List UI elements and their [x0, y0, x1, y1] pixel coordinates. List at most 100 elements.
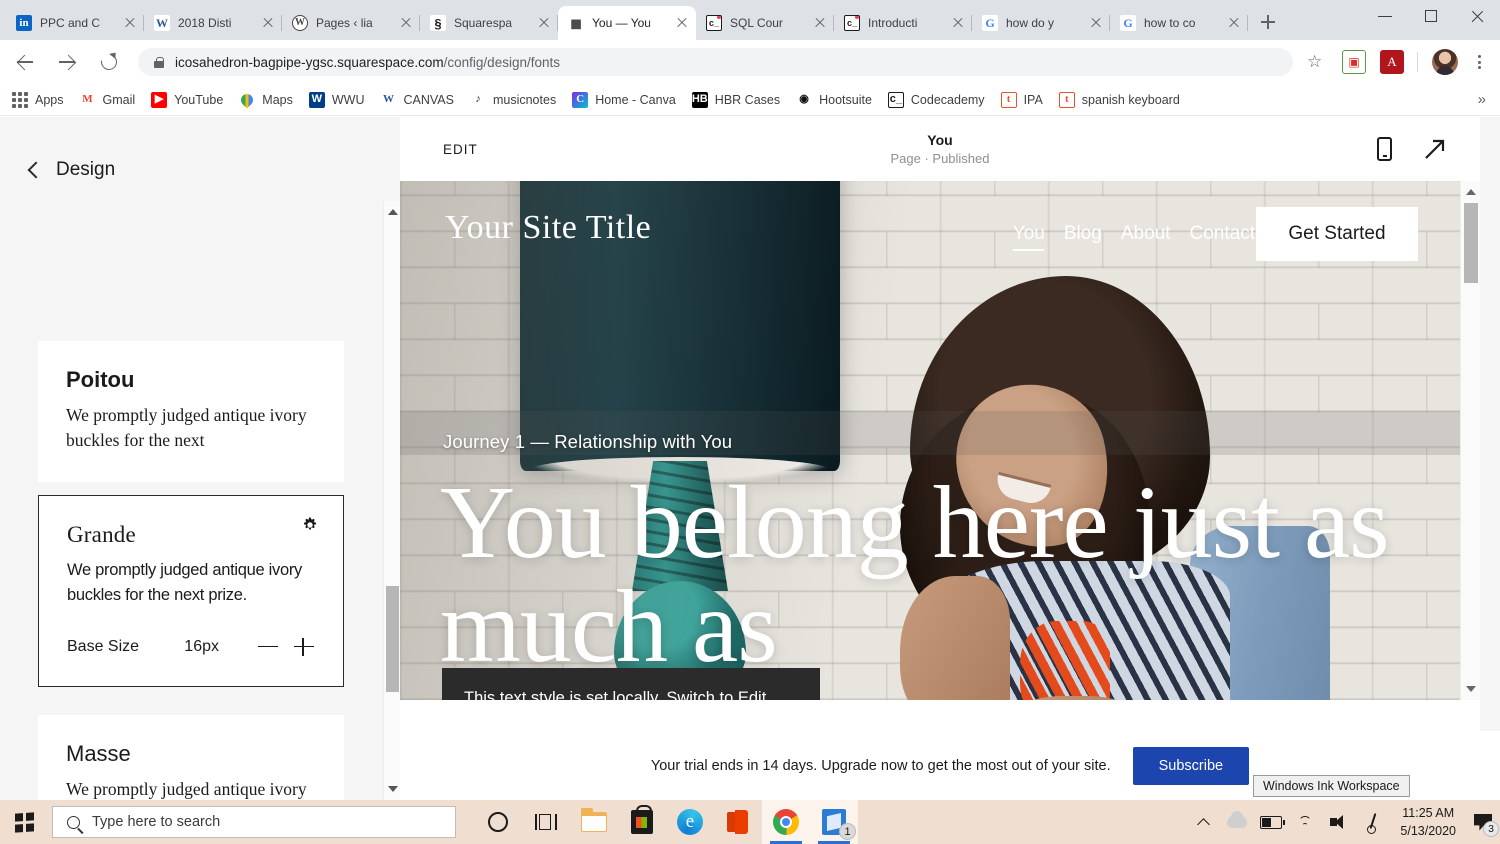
back-icon[interactable] [10, 47, 40, 77]
close-icon[interactable] [536, 15, 552, 31]
open-in-new-window-icon[interactable] [1422, 136, 1448, 162]
close-icon[interactable] [122, 15, 138, 31]
close-icon[interactable] [812, 15, 828, 31]
bookmark-musicnotes[interactable]: ♪ musicnotes [470, 92, 556, 108]
nav-item-you[interactable]: You [1012, 223, 1045, 251]
reload-icon[interactable] [94, 47, 124, 77]
back-label: Design [56, 159, 116, 180]
file-explorer-icon[interactable] [570, 800, 618, 844]
battery-icon[interactable] [1254, 800, 1288, 844]
chrome-icon[interactable] [762, 800, 810, 844]
bookmark-label: YouTube [174, 92, 224, 107]
base-size-value: 16px [184, 637, 219, 655]
chevron-left-icon [27, 161, 45, 179]
base-size-increment-button[interactable] [293, 636, 315, 658]
taskbar-search-input[interactable]: Type here to search [52, 806, 456, 838]
browser-tab[interactable]: c_ SQL Cour [696, 6, 834, 40]
browser-tab[interactable]: G how to co [1110, 6, 1248, 40]
browser-tab[interactable]: G how do y [972, 6, 1110, 40]
tab-title: SQL Cour [730, 16, 783, 30]
gear-icon[interactable] [301, 516, 319, 534]
extension-icon[interactable]: ▣ [1342, 50, 1366, 74]
squarespace-app-icon[interactable]: 1 [810, 800, 858, 844]
bookmark-star-icon[interactable]: ☆ [1301, 47, 1331, 77]
subscribe-button[interactable]: Subscribe [1132, 746, 1250, 785]
close-icon[interactable] [1088, 15, 1104, 31]
onedrive-cloud-icon[interactable] [1220, 800, 1254, 844]
close-icon[interactable] [260, 15, 276, 31]
close-icon[interactable] [398, 15, 414, 31]
tabs-row: in PPC and C W 2018 Disti W Pages ‹ lia … [0, 0, 1282, 40]
cortana-icon[interactable] [474, 800, 522, 844]
bookmark-wwu[interactable]: W WWU [308, 91, 364, 108]
browser-tab[interactable]: in PPC and C [6, 6, 144, 40]
bookmark-apps[interactable]: Apps [12, 91, 64, 108]
site-preview-panel: EDIT You Page · Published Your Site Titl… [400, 117, 1480, 800]
bookmark-hbr[interactable]: HB HBR Cases [691, 91, 780, 108]
maximize-button[interactable] [1408, 0, 1454, 32]
base-size-decrement-button[interactable] [257, 636, 279, 658]
office-icon[interactable] [714, 800, 762, 844]
forward-icon[interactable] [52, 47, 82, 77]
font-style-card-poitou[interactable]: Poitou We promptly judged antique ivory … [38, 341, 344, 482]
nav-item-contact[interactable]: Contact [1190, 223, 1255, 251]
bookmark-canva[interactable]: C Home - Canva [572, 91, 676, 108]
bookmark-maps[interactable]: Maps [238, 91, 293, 108]
mobile-preview-icon[interactable] [1377, 137, 1392, 161]
scroll-up-icon[interactable] [1466, 189, 1476, 195]
close-icon[interactable] [674, 15, 690, 31]
wifi-icon[interactable] [1288, 800, 1322, 844]
address-bar[interactable]: icosahedron-bagpipe-ygsc.squarespace.com… [138, 48, 1293, 76]
pen-icon[interactable] [1356, 800, 1390, 844]
browser-tab[interactable]: § Squarespa [420, 6, 558, 40]
hero-headline[interactable]: You belong here just as much as [440, 471, 1440, 679]
scroll-down-icon[interactable] [388, 786, 398, 792]
taskbar-clock[interactable]: 11:25 AM 5/13/2020 [1390, 804, 1466, 840]
taskbar-apps: 1 [474, 800, 858, 844]
linkedin-icon: in [16, 15, 32, 31]
scroll-down-icon[interactable] [1466, 686, 1476, 692]
scrollbar-thumb[interactable] [1464, 203, 1478, 283]
bookmark-hootsuite[interactable]: ◉ Hootsuite [796, 92, 872, 108]
browser-tab[interactable]: W 2018 Disti [144, 6, 282, 40]
nav-item-about[interactable]: About [1121, 223, 1171, 251]
close-window-button[interactable] [1454, 0, 1500, 32]
site-title[interactable]: Your Site Title [445, 209, 651, 247]
close-icon[interactable] [1226, 15, 1242, 31]
scroll-up-icon[interactable] [388, 209, 398, 215]
bookmarks-overflow-icon[interactable]: » [1478, 91, 1486, 108]
bookmark-youtube[interactable]: ▶ YouTube [151, 91, 224, 108]
font-style-card-masse[interactable]: Masse We promptly judged antique ivory b… [38, 715, 344, 800]
avatar[interactable] [1432, 49, 1458, 75]
start-button[interactable] [0, 800, 48, 844]
close-icon[interactable] [950, 15, 966, 31]
microsoft-store-icon[interactable] [618, 800, 666, 844]
volume-icon[interactable] [1322, 800, 1356, 844]
scrollbar-thumb[interactable] [386, 586, 399, 692]
hero-eyebrow[interactable]: Journey 1 — Relationship with You [443, 431, 732, 453]
browser-tab[interactable]: W Pages ‹ lia [282, 6, 420, 40]
chrome-menu-icon[interactable] [1466, 47, 1492, 77]
font-style-card-grande[interactable]: Grande We promptly judged antique ivory … [38, 495, 344, 687]
browser-tab-active[interactable]: ◼ You — You [558, 6, 696, 40]
bookmark-ipa[interactable]: t IPA [1000, 91, 1043, 108]
bookmark-spanish-keyboard[interactable]: t spanish keyboard [1058, 91, 1180, 108]
show-hidden-icons-icon[interactable] [1186, 800, 1220, 844]
preview-scrollbar[interactable] [1460, 181, 1480, 700]
browser-tab[interactable]: c_ Introducti [834, 6, 972, 40]
notifications-icon[interactable]: 3 [1466, 800, 1500, 844]
apps-grid-icon [12, 91, 28, 108]
bookmark-codecademy[interactable]: c_ Codecademy [887, 91, 985, 108]
task-view-icon[interactable] [522, 800, 570, 844]
sidebar-scrollbar[interactable] [383, 201, 400, 800]
minimize-button[interactable] [1362, 0, 1408, 32]
windows-taskbar: Type here to search 1 11:25 [0, 800, 1500, 844]
back-to-design-button[interactable]: Design [0, 117, 400, 181]
bookmark-gmail[interactable]: M Gmail [80, 92, 135, 108]
nav-item-blog[interactable]: Blog [1064, 223, 1102, 251]
edge-icon[interactable] [666, 800, 714, 844]
new-tab-button[interactable] [1254, 8, 1282, 36]
adobe-acrobat-icon[interactable]: A [1380, 50, 1404, 74]
get-started-button[interactable]: Get Started [1256, 207, 1418, 261]
bookmark-canvas[interactable]: W CANVAS [380, 92, 454, 108]
